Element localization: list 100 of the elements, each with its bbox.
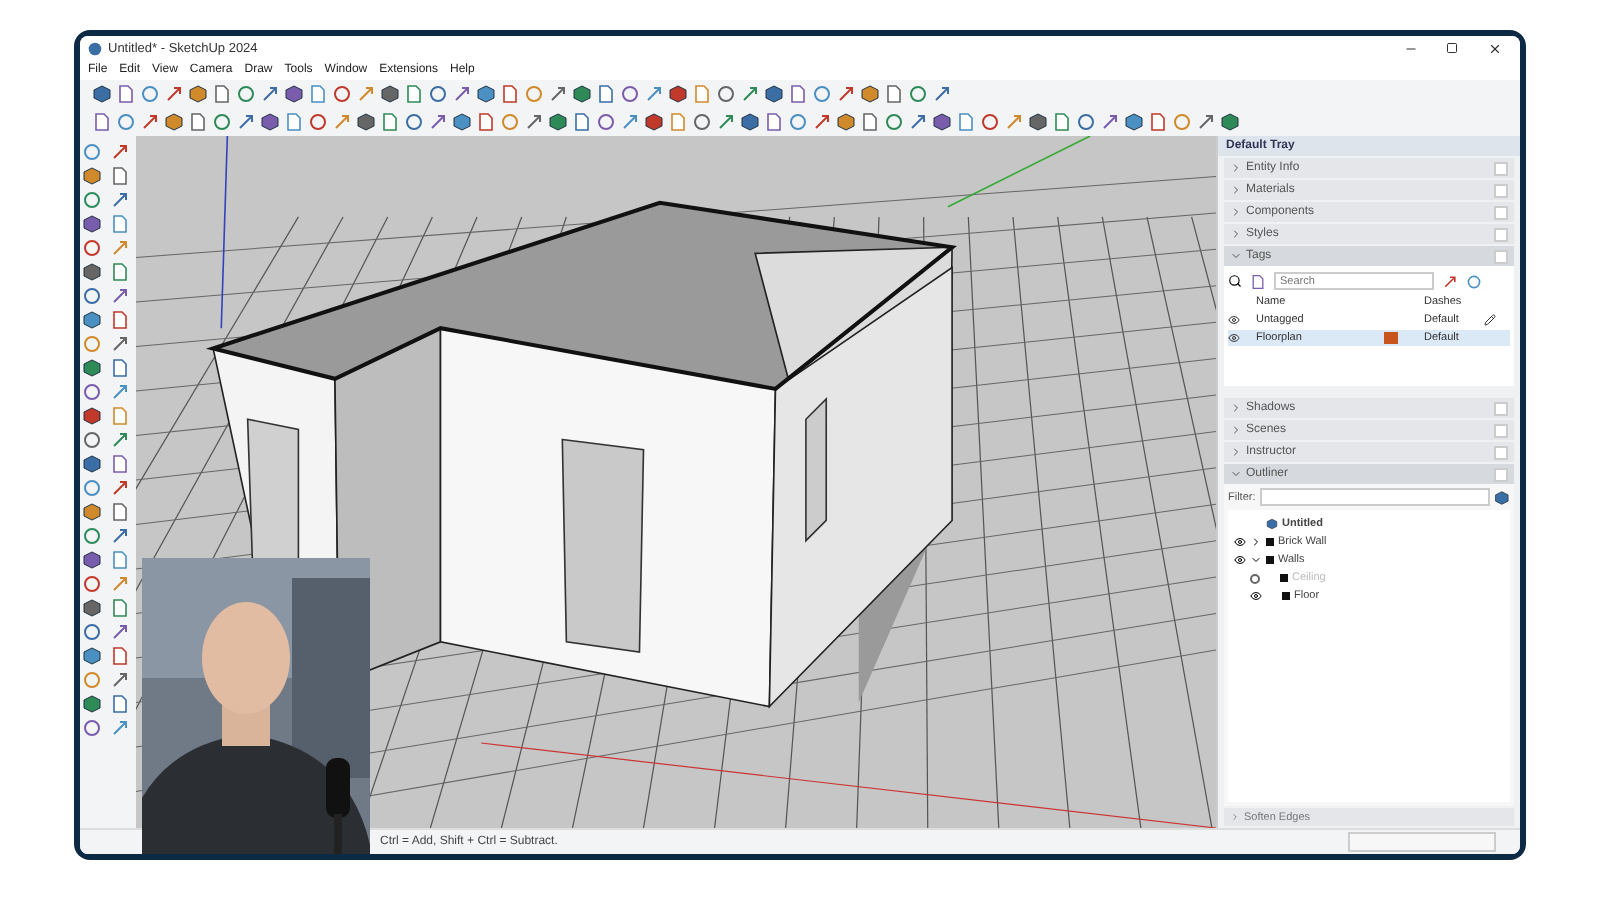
circle-icon[interactable] <box>884 112 904 132</box>
cube-icon[interactable] <box>82 598 102 618</box>
circle-icon[interactable] <box>236 84 256 104</box>
circle-icon[interactable] <box>404 112 424 132</box>
page-icon[interactable] <box>110 646 130 666</box>
circle-icon[interactable] <box>82 430 102 450</box>
page-icon[interactable] <box>110 358 130 378</box>
circle-icon[interactable] <box>620 84 640 104</box>
circle-icon[interactable] <box>308 112 328 132</box>
page-icon[interactable] <box>1148 112 1168 132</box>
arrow-icon[interactable] <box>110 478 130 498</box>
circle-icon[interactable] <box>1076 112 1096 132</box>
arrow-icon[interactable] <box>908 112 928 132</box>
color-swatch[interactable] <box>1384 332 1398 344</box>
cube-icon[interactable] <box>82 694 102 714</box>
circle-icon[interactable] <box>140 84 160 104</box>
arrow-icon[interactable] <box>716 112 736 132</box>
circle-icon[interactable] <box>1172 112 1192 132</box>
circle-icon[interactable] <box>82 286 102 306</box>
page-icon[interactable] <box>110 694 130 714</box>
cube-icon[interactable] <box>82 358 102 378</box>
page-icon[interactable] <box>110 310 130 330</box>
arrow-icon[interactable] <box>110 334 130 354</box>
cube-icon[interactable] <box>82 214 102 234</box>
circle-icon[interactable] <box>82 382 102 402</box>
arrow-icon[interactable] <box>110 718 130 738</box>
arrow-icon[interactable] <box>740 84 760 104</box>
arrow-icon[interactable] <box>548 84 568 104</box>
cube-icon[interactable] <box>1494 489 1510 505</box>
cube-icon[interactable] <box>92 84 112 104</box>
arrow-icon[interactable] <box>1442 273 1458 289</box>
circle-icon[interactable] <box>82 622 102 642</box>
circle-icon[interactable] <box>82 526 102 546</box>
arrow-icon[interactable] <box>110 382 130 402</box>
eye-icon[interactable] <box>1234 554 1246 566</box>
arrow-icon[interactable] <box>164 84 184 104</box>
page-icon[interactable] <box>110 262 130 282</box>
circle-icon[interactable] <box>524 84 544 104</box>
cube-icon[interactable] <box>932 112 952 132</box>
page-icon[interactable] <box>110 502 130 522</box>
circle-icon[interactable] <box>1466 273 1482 289</box>
filter-field[interactable] <box>1259 488 1491 506</box>
arrow-icon[interactable] <box>236 112 256 132</box>
cube-icon[interactable] <box>82 166 102 186</box>
arrow-icon[interactable] <box>836 84 856 104</box>
arrow-icon[interactable] <box>110 430 130 450</box>
circle-icon[interactable] <box>692 112 712 132</box>
circle-icon[interactable] <box>82 718 102 738</box>
circle-icon[interactable] <box>82 190 102 210</box>
arrow-icon[interactable] <box>428 112 448 132</box>
cube-icon[interactable] <box>82 310 102 330</box>
arrow-icon[interactable] <box>110 670 130 690</box>
page-icon[interactable] <box>110 598 130 618</box>
cube-icon[interactable] <box>1124 112 1144 132</box>
cube-icon[interactable] <box>82 550 102 570</box>
arrow-icon[interactable] <box>1196 112 1216 132</box>
circle-icon[interactable] <box>596 112 616 132</box>
circle-icon[interactable] <box>332 84 352 104</box>
eye-icon[interactable] <box>1234 536 1246 548</box>
circle-icon[interactable] <box>82 574 102 594</box>
circle-icon[interactable] <box>908 84 928 104</box>
circle-icon[interactable] <box>212 112 232 132</box>
arrow-icon[interactable] <box>260 84 280 104</box>
arrow-icon[interactable] <box>1100 112 1120 132</box>
arrow-icon[interactable] <box>812 112 832 132</box>
page-icon[interactable] <box>110 214 130 234</box>
arrow-icon[interactable] <box>110 622 130 642</box>
search-icon[interactable] <box>1228 274 1242 288</box>
circle-icon[interactable] <box>788 112 808 132</box>
arrow-icon[interactable] <box>110 142 130 162</box>
circle-icon[interactable] <box>428 84 448 104</box>
arrow-icon[interactable] <box>110 238 130 258</box>
expander-icon[interactable] <box>1250 554 1262 566</box>
cube-icon[interactable] <box>1266 518 1278 530</box>
eye-icon[interactable] <box>1228 314 1240 326</box>
arrow-icon[interactable] <box>452 84 472 104</box>
arrow-icon[interactable] <box>110 286 130 306</box>
circle-icon[interactable] <box>716 84 736 104</box>
arrow-icon[interactable] <box>110 574 130 594</box>
page-icon[interactable] <box>110 454 130 474</box>
circle-icon[interactable] <box>116 112 136 132</box>
circle-icon[interactable] <box>980 112 1000 132</box>
page-icon[interactable] <box>1250 273 1266 289</box>
close-icon[interactable] <box>1487 41 1501 55</box>
eye-icon[interactable] <box>1250 590 1262 602</box>
arrow-icon[interactable] <box>110 190 130 210</box>
cube-icon[interactable] <box>82 406 102 426</box>
arrow-icon[interactable] <box>932 84 952 104</box>
arrow-icon[interactable] <box>524 112 544 132</box>
circle-icon[interactable] <box>500 112 520 132</box>
maximize-icon[interactable] <box>1446 42 1458 54</box>
circle-icon[interactable] <box>812 84 832 104</box>
arrow-icon[interactable] <box>110 526 130 546</box>
eye-icon[interactable] <box>1228 332 1240 344</box>
circle-icon[interactable] <box>82 238 102 258</box>
page-icon[interactable] <box>110 166 130 186</box>
circle-icon[interactable] <box>82 142 102 162</box>
cube-icon[interactable] <box>82 454 102 474</box>
cube-icon[interactable] <box>1220 112 1240 132</box>
arrow-icon[interactable] <box>140 112 160 132</box>
